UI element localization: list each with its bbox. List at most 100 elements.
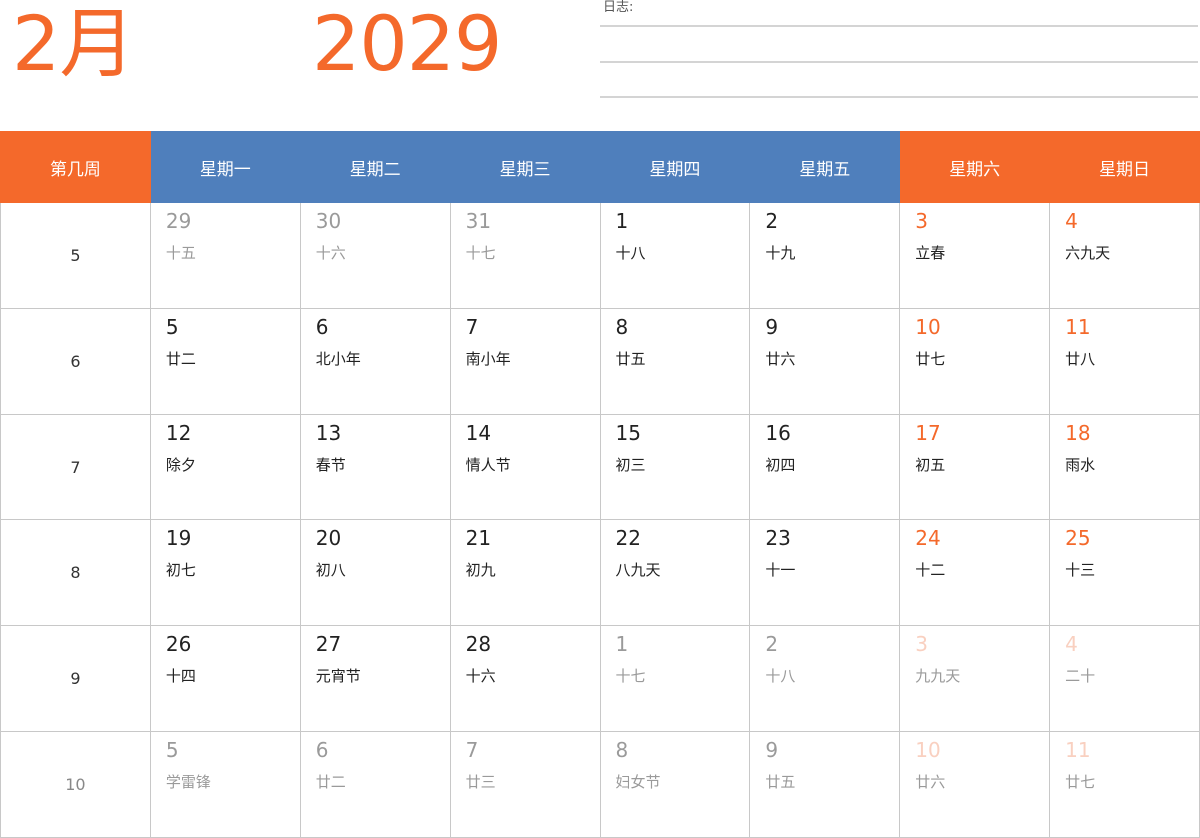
day-number: 14 <box>465 420 492 445</box>
day-cell[interactable]: 7 南小年 <box>449 307 601 415</box>
day-cell[interactable]: 8 廿五 <box>599 307 751 415</box>
day-cell[interactable]: 7 廿三 <box>449 731 601 838</box>
day-cell[interactable]: 25 十三 <box>1049 519 1200 627</box>
day-content: 4 二十 <box>1065 632 1095 686</box>
day-cell[interactable]: 17 初五 <box>899 413 1051 521</box>
day-content: 10 廿六 <box>915 738 945 792</box>
lunar-date: 十四 <box>165 667 196 686</box>
day-cell[interactable]: 21 初九 <box>449 519 601 627</box>
day-cell[interactable]: 14 情人节 <box>449 413 601 521</box>
day-content: 22 八九天 <box>616 526 661 580</box>
week-number: 6 <box>0 307 151 415</box>
day-cell[interactable]: 28 十六 <box>449 625 601 733</box>
day-cell[interactable]: 10 廿七 <box>899 307 1051 415</box>
lunar-date: 十七 <box>465 244 496 262</box>
day-number: 2 <box>765 209 779 233</box>
day-cell[interactable]: 15 初三 <box>599 413 751 521</box>
day-cell[interactable]: 3 九九天 <box>899 625 1051 733</box>
header-row: 第几周 星期一 星期二 星期三 星期四 星期五 星期六 星期日 <box>0 131 1200 203</box>
week-row: 7 12 除夕 13 春节 14 情人节 15 初三 16 初四 17 初五 18 雨水 <box>0 413 1200 521</box>
day-cell[interactable]: 9 廿五 <box>749 731 901 838</box>
lunar-date: 南小年 <box>465 349 511 368</box>
day-cell[interactable]: 12 除夕 <box>149 413 301 521</box>
lunar-date: 初八 <box>315 561 346 580</box>
day-content: 5 学雷锋 <box>166 738 211 792</box>
day-content: 17 初五 <box>915 421 945 475</box>
day-content: 27 元宵节 <box>316 632 361 686</box>
day-cell[interactable]: 2 十九 <box>749 202 901 309</box>
day-cell[interactable]: 5 廿二 <box>149 307 301 415</box>
day-cell[interactable]: 2 十八 <box>749 625 901 733</box>
day-number: 6 <box>315 314 329 339</box>
day-cell[interactable]: 20 初八 <box>299 519 451 627</box>
day-number: 2 <box>765 632 779 657</box>
day-cell[interactable]: 6 廿二 <box>299 731 451 838</box>
day-cell[interactable]: 22 八九天 <box>599 519 751 627</box>
day-cell[interactable]: 13 春节 <box>299 413 451 521</box>
column-header-saturday: 星期六 <box>899 131 1051 203</box>
day-cell[interactable]: 6 北小年 <box>299 307 451 415</box>
day-number: 7 <box>465 314 479 339</box>
day-number: 8 <box>615 314 629 339</box>
day-cell[interactable]: 5 学雷锋 <box>149 731 301 838</box>
day-cell[interactable]: 27 元宵节 <box>299 625 451 733</box>
day-number: 28 <box>465 632 492 657</box>
week-row: 6 5 廿二 6 北小年 7 南小年 8 廿五 9 廿六 10 廿七 11 廿八 <box>0 307 1200 415</box>
day-cell[interactable]: 4 六九天 <box>1049 202 1200 309</box>
lunar-date: 初五 <box>915 455 946 474</box>
lunar-date: 除夕 <box>165 455 196 474</box>
day-number: 4 <box>1065 632 1078 657</box>
lunar-date: 雨水 <box>1065 455 1096 474</box>
lunar-date: 情人节 <box>465 455 511 474</box>
day-cell[interactable]: 26 十四 <box>149 625 301 733</box>
day-cell[interactable]: 23 十一 <box>749 519 901 627</box>
day-content: 10 廿七 <box>915 315 945 369</box>
day-cell[interactable]: 11 廿七 <box>1049 731 1200 838</box>
week-row: 8 19 初七 20 初八 21 初九 22 八九天 23 十一 24 十二 25 十三 <box>0 519 1200 627</box>
day-content: 9 廿六 <box>765 315 795 369</box>
week-row: 5 29 十五 30 十六 31 十七 1 十八 2 十九 3 立春 4 六九天 <box>0 202 1200 309</box>
day-number: 16 <box>765 420 791 445</box>
day-content: 2 十八 <box>765 632 795 686</box>
lunar-date: 十二 <box>915 561 946 580</box>
day-content: 29 十五 <box>166 209 196 263</box>
day-cell[interactable]: 31 十七 <box>449 202 601 309</box>
day-content: 23 十一 <box>765 526 795 580</box>
calendar-grid: 第几周 星期一 星期二 星期三 星期四 星期五 星期六 星期日 5 29 十五 30 十… <box>0 131 1200 838</box>
day-cell[interactable]: 8 妇女节 <box>599 731 751 838</box>
day-content: 15 初三 <box>616 421 646 475</box>
day-number: 3 <box>915 209 928 233</box>
day-content: 26 十四 <box>166 632 196 686</box>
day-number: 1 <box>615 632 629 657</box>
day-cell[interactable]: 19 初七 <box>149 519 301 627</box>
day-cell[interactable]: 30 十六 <box>299 202 451 309</box>
day-cell[interactable]: 29 十五 <box>149 202 301 309</box>
day-content: 19 初七 <box>166 526 196 580</box>
lunar-date: 十五 <box>165 244 196 262</box>
lunar-date: 北小年 <box>315 349 361 368</box>
lunar-date: 六九天 <box>1065 244 1111 262</box>
day-content: 25 十三 <box>1065 526 1095 580</box>
day-content: 7 南小年 <box>466 315 511 369</box>
day-cell[interactable]: 11 廿八 <box>1049 307 1200 415</box>
day-content: 24 十二 <box>915 526 945 580</box>
day-cell[interactable]: 18 雨水 <box>1049 413 1200 521</box>
day-cell[interactable]: 4 二十 <box>1049 625 1200 733</box>
day-cell[interactable]: 24 十二 <box>899 519 1051 627</box>
lunar-date: 廿七 <box>1065 773 1096 792</box>
lunar-date: 廿六 <box>915 773 946 792</box>
day-cell[interactable]: 1 十七 <box>599 625 751 733</box>
week-row: 10 5 学雷锋 6 廿二 7 廿三 8 妇女节 9 廿五 10 廿六 11 廿七 <box>0 731 1200 838</box>
lunar-date: 十九 <box>765 244 796 262</box>
day-content: 31 十七 <box>466 209 496 263</box>
day-cell[interactable]: 16 初四 <box>749 413 901 521</box>
column-header-thursday: 星期四 <box>599 131 751 203</box>
day-content: 18 雨水 <box>1065 421 1095 475</box>
day-cell[interactable]: 3 立春 <box>899 202 1051 309</box>
day-cell[interactable]: 9 廿六 <box>749 307 901 415</box>
day-cell[interactable]: 10 廿六 <box>899 731 1051 838</box>
note-line <box>600 25 1198 27</box>
day-cell[interactable]: 1 十八 <box>599 202 751 309</box>
day-number: 27 <box>315 632 342 657</box>
day-content: 1 十七 <box>616 632 646 686</box>
